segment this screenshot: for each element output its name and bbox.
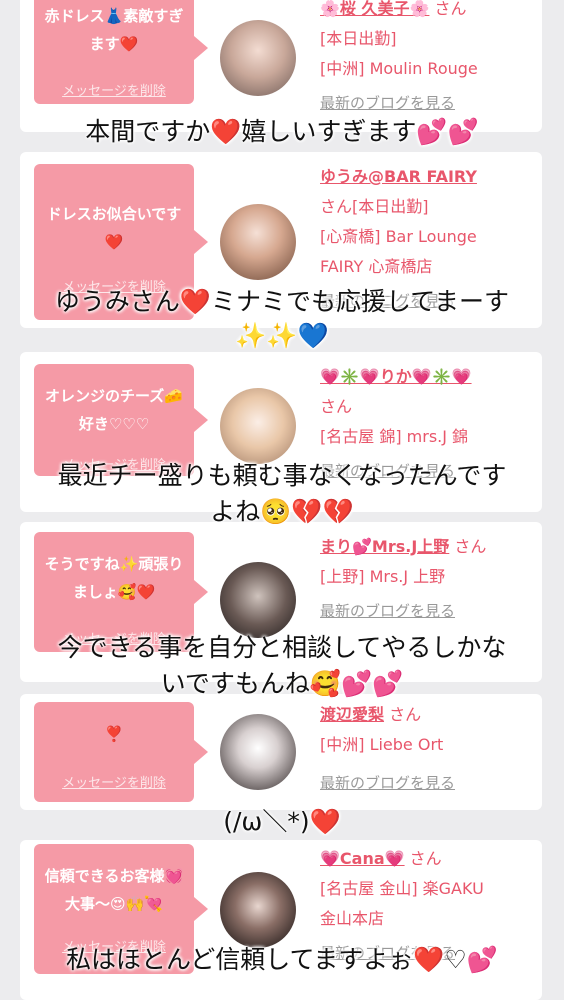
avatar[interactable] — [220, 714, 296, 790]
message-card: 赤ドレス👗素敵すぎます❤️ メッセージを削除 🌸桜 久美子🌸 さん [本日出勤]… — [20, 0, 542, 132]
honorific: さん — [434, 0, 467, 18]
caption-text: 私はほとんど信頼してますよぉ❤️♡💕 — [66, 945, 498, 974]
caption-text: 最近チー盛りも頼む事なくなったんです — [57, 461, 507, 490]
profile-name-link[interactable]: ゆうみ@BAR FAIRY — [320, 162, 532, 192]
message-text: 赤ドレス👗素敵すぎます❤️ — [44, 7, 184, 53]
profile-name-link[interactable]: 渡辺愛梨 — [320, 705, 384, 724]
shop-line: [中洲] Liebe Ort — [320, 735, 444, 754]
caption-text: ✨✨💙 — [235, 321, 329, 350]
message-text: ❣️ — [104, 725, 124, 743]
message-bubble: 赤ドレス👗素敵すぎます❤️ メッセージを削除 — [34, 0, 208, 104]
message-bubble: ❣️ メッセージを削除 — [34, 702, 208, 802]
caption-text: ゆうみさん❤️ミナミでも応援してまーす — [54, 287, 510, 316]
honorific: さん[本日出勤] — [320, 197, 429, 216]
caption-text: いですもんね🥰💕💕 — [160, 669, 404, 698]
profile-name-link[interactable]: 🌸桜 久美子🌸 — [320, 0, 429, 18]
profile-name-link[interactable]: 💗Cana💗 — [320, 849, 405, 868]
status-line: [本日出勤] — [320, 29, 397, 48]
caption-text: 今できる事を自分と相談してやるしかな — [57, 633, 507, 662]
delete-message-link[interactable]: メッセージを削除 — [34, 80, 194, 99]
message-text: そうですね✨頑張りましょ🥰❤️ — [44, 555, 184, 601]
honorific: さん — [454, 537, 487, 556]
honorific: さん — [320, 397, 353, 416]
shop-line: FAIRY 心斎橋店 — [320, 257, 433, 276]
avatar[interactable] — [220, 204, 296, 280]
message-card: ❣️ メッセージを削除 渡辺愛梨 さん [中洲] Liebe Ort 最新のブロ… — [20, 694, 542, 810]
caption-text: よね🥺💔💔 — [210, 497, 354, 526]
shop-line: [心斎橋] Bar Lounge — [320, 227, 477, 246]
message-text: オレンジのチーズ🧀好き♡♡♡ — [45, 387, 183, 433]
message-text: ドレスお似合いです❤️ — [46, 205, 182, 251]
caption-text: 本間ですか❤️嬉しいすぎます💕💕 — [85, 117, 479, 146]
profile-name-link[interactable]: まり💕Mrs.J上野 — [320, 537, 449, 556]
shop-line: 金山本店 — [320, 909, 385, 928]
avatar[interactable] — [220, 388, 296, 464]
shop-line: [名古屋 金山] 楽GAKU — [320, 879, 484, 898]
caption-text: (/ω＼*)❤️ — [223, 807, 341, 836]
blog-link[interactable]: 最新のブログを見る — [320, 596, 532, 626]
avatar[interactable] — [220, 20, 296, 96]
profile-name-link[interactable]: 💗✳️💗りか💗✳️💗 — [320, 362, 532, 392]
shop-line: [上野] Mrs.J 上野 — [320, 567, 446, 586]
message-text: 信頼できるお客様💓大事〜😍🙌💘 — [44, 867, 184, 913]
blog-link[interactable]: 最新のブログを見る — [320, 768, 532, 798]
shop-line: [名古屋 錦] mrs.J 錦 — [320, 427, 469, 446]
message-card: 信頼できるお客様💓大事〜😍🙌💘 メッセージを削除 💗Cana💗 さん [名古屋 … — [20, 840, 542, 1000]
honorific: さん — [389, 705, 422, 724]
avatar[interactable] — [220, 872, 296, 948]
blog-link[interactable]: 最新のブログを見る — [320, 88, 532, 118]
honorific: さん — [409, 849, 442, 868]
avatar[interactable] — [220, 562, 296, 638]
delete-message-link[interactable]: メッセージを削除 — [34, 772, 194, 791]
shop-line: [中洲] Moulin Rouge — [320, 59, 478, 78]
